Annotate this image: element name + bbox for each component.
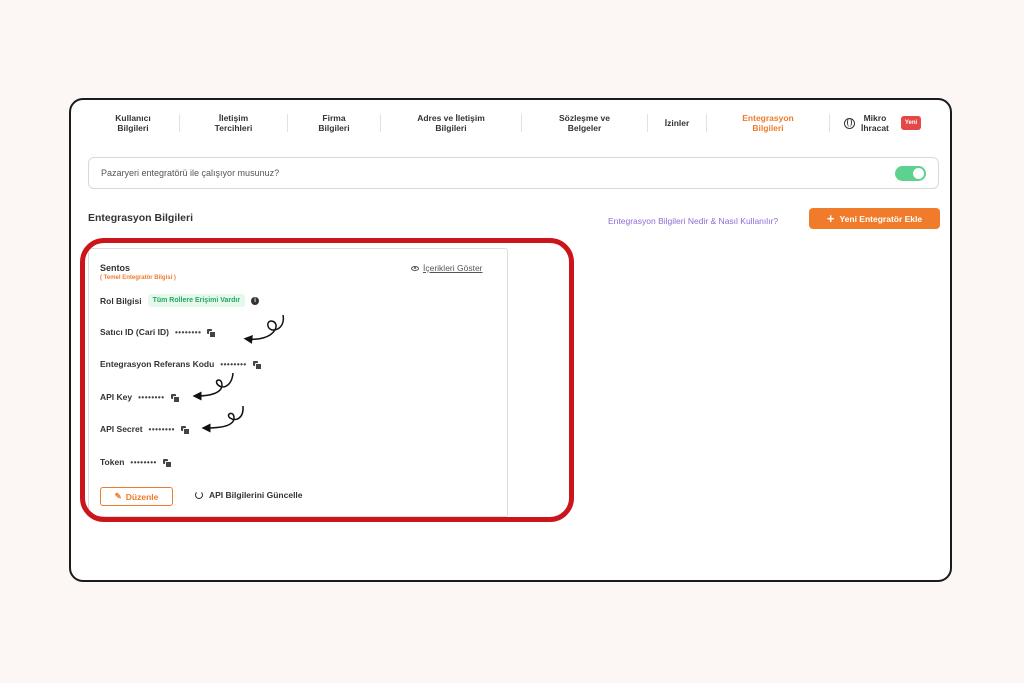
tab-label: Bilgileri <box>435 123 467 133</box>
integrator-question-bar: Pazaryeri entegratörü ile çalışıyor musu… <box>88 157 939 189</box>
update-api-link[interactable]: API Bilgilerini Güncelle <box>195 490 303 500</box>
edit-button[interactable]: ✎ Düzenle <box>100 487 173 506</box>
tab-label-line: İhracat <box>861 123 889 133</box>
update-api-label: API Bilgilerini Güncelle <box>209 490 303 500</box>
field-row-reference-code: Entegrasyon Referans Kodu •••••••• <box>100 359 262 370</box>
integrator-subtitle: ( Temel Entegratör Bilgisi ) <box>100 275 176 281</box>
copy-icon[interactable] <box>252 360 262 370</box>
add-integrator-label: Yeni Entegratör Ekle <box>839 213 923 224</box>
field-label: Satıcı ID (Cari ID) <box>100 327 169 337</box>
integrator-card: Sentos ( Temel Entegratör Bilgisi ) İçer… <box>88 248 508 517</box>
integrator-toggle[interactable] <box>895 165 926 181</box>
tab-label: Bilgileri <box>752 123 784 133</box>
field-label: Entegrasyon Referans Kodu <box>100 359 215 369</box>
field-row-token: Token •••••••• <box>100 457 172 468</box>
masked-value: •••••••• <box>138 392 165 402</box>
tab-contracts-documents[interactable]: Sözleşme ve Belgeler <box>522 113 647 133</box>
tab-label: Mikro İhracat <box>861 113 889 133</box>
pencil-icon: ✎ <box>114 491 122 501</box>
integrator-question-text: Pazaryeri entegratörü ile çalışıyor musu… <box>101 168 280 178</box>
show-contents-label: İçerikleri Göster <box>423 263 483 273</box>
tab-label: Firma <box>322 113 346 123</box>
field-row-api-secret: API Secret •••••••• <box>100 424 190 435</box>
copy-icon[interactable] <box>207 328 217 338</box>
tab-label: Kullanıcı <box>115 113 151 123</box>
tab-label: Adres ve İletişim <box>417 113 485 123</box>
masked-value: •••••••• <box>148 424 175 434</box>
section-title: Entegrasyon Bilgileri <box>88 212 194 224</box>
copy-icon[interactable] <box>180 425 190 435</box>
field-label: Token <box>100 457 125 467</box>
plus-icon: + <box>826 210 835 226</box>
new-badge: Yeni <box>900 116 922 130</box>
tab-label: Tercihleri <box>214 123 253 133</box>
field-label: API Secret <box>100 424 143 434</box>
tab-label-line: Mikro <box>863 113 887 123</box>
field-label: API Key <box>100 392 133 402</box>
globe-icon <box>844 117 855 129</box>
tab-address-contact[interactable]: Adres ve İletişim Bilgileri <box>381 113 521 133</box>
add-integrator-button[interactable]: + Yeni Entegratör Ekle <box>809 208 940 229</box>
masked-value: •••••••• <box>130 457 157 467</box>
tab-label: İletişim <box>218 113 249 123</box>
refresh-icon <box>195 491 203 499</box>
tab-label: Bilgileri <box>117 123 149 133</box>
tab-label: İzinler <box>664 118 690 128</box>
copy-icon[interactable] <box>162 458 172 468</box>
field-row-seller-id: Satıcı ID (Cari ID) •••••••• <box>100 327 217 338</box>
tab-micro-export[interactable]: Mikro İhracat Yeni <box>830 113 929 133</box>
tab-label: Entegrasyon <box>742 113 794 123</box>
masked-value: •••••••• <box>174 327 202 337</box>
show-contents-link[interactable]: İçerikleri Göster <box>411 263 483 273</box>
help-link[interactable]: Entegrasyon Bilgileri Nedir & Nasıl Kull… <box>608 216 778 226</box>
tab-company-info[interactable]: Firma Bilgileri <box>288 113 380 133</box>
integrator-name: Sentos <box>100 263 131 273</box>
tab-integration-info[interactable]: Entegrasyon Bilgileri <box>707 113 829 133</box>
copy-icon[interactable] <box>170 393 180 403</box>
info-icon[interactable]: i <box>251 296 260 305</box>
masked-value: •••••••• <box>220 359 247 369</box>
field-row-api-key: API Key •••••••• <box>100 392 180 403</box>
tab-label: Sözleşme ve <box>558 113 611 123</box>
role-badge: Tüm Rollere Erişimi Vardır <box>147 294 246 307</box>
app-window: Kullanıcı Bilgileri İletişim Tercihleri Fi… <box>69 98 952 582</box>
tab-bar: Kullanıcı Bilgileri İletişim Tercihleri Fi… <box>87 108 938 138</box>
tab-permissions[interactable]: İzinler <box>648 118 706 128</box>
tab-user-info[interactable]: Kullanıcı Bilgileri <box>87 113 179 133</box>
eye-icon <box>411 265 419 271</box>
tab-contact-preferences[interactable]: İletişim Tercihleri <box>180 113 287 133</box>
role-row: Rol Bilgisi Tüm Rollere Erişimi Vardır i <box>100 294 260 307</box>
tab-label: Belgeler <box>567 123 602 133</box>
role-label: Rol Bilgisi <box>100 295 142 306</box>
tab-label: Bilgileri <box>318 123 350 133</box>
edit-label: Düzenle <box>125 491 159 502</box>
